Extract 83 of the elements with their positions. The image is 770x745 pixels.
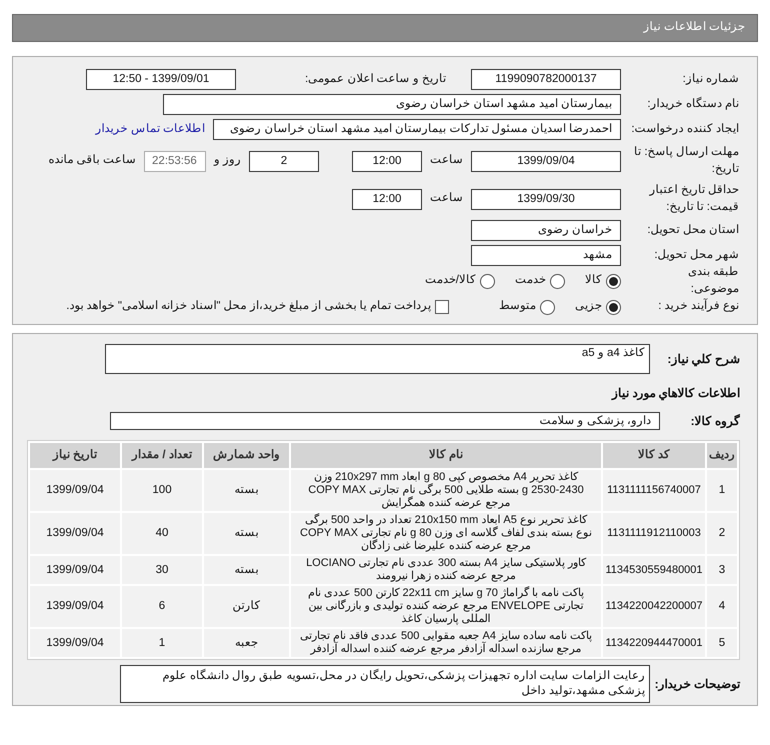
column-header: واحد شمارش <box>204 443 289 468</box>
table-cell: 40 <box>122 513 202 554</box>
field-label: تاریخ و ساعت اعلان عمومی: <box>304 72 447 87</box>
table-cell: پاکت نامه با گراماژ 70 g سایز 22x11 cm کارتن 500 عددی نام تجارتی ENVELOPE مرجع عرضه کننده تولیدی و بازرگانی بین المللی پارسیان کاغذ <box>291 586 601 627</box>
section-title: اطلاعات كالاهاي مورد نياز <box>610 385 740 402</box>
field-label: شماره نیاز: <box>682 72 739 87</box>
table-cell: 1131111156740007 <box>603 470 705 511</box>
radio-button[interactable] <box>606 300 621 314</box>
field-label: گروه کالا: <box>690 413 740 430</box>
field-label: نام دستگاه خریدار: <box>646 96 739 112</box>
announce-date-field: 1399/09/01 - 12:50 <box>86 69 236 90</box>
table-cell: 1 <box>122 629 202 657</box>
field-label: شهر محل تحویل: <box>653 248 739 263</box>
field-label: مهلت ارسال پاسخ: تا تاریخ: <box>633 145 739 177</box>
radio-button[interactable] <box>606 274 621 288</box>
table-cell: 1 <box>707 470 737 511</box>
table-cell: بسته <box>204 556 289 584</box>
table-cell: کاغذ تحریر نوع A5 ابعاد 210x150 mm تعداد در واحد 500 برگی نوع بسته بندی لفاف گلاسه ای وزن 80 g نام تجارتی COPY MAX مرجع عرضه کننده علیرضا غنی زادگان <box>291 513 601 554</box>
table-cell: بسته <box>204 470 289 511</box>
checkbox[interactable] <box>435 300 449 314</box>
creator-field: احمدرضا اسدیان مسئول تدارکات بیمارستان امید مشهد استان خراسان رضوی <box>213 119 621 140</box>
remaining-time-field: 22:53:56 <box>144 150 206 172</box>
radio-label: خدمت <box>515 273 546 288</box>
deadline-time-field: 12:00 <box>352 150 422 172</box>
days-label: روز و <box>214 153 241 168</box>
table-cell: کارتن <box>204 586 289 627</box>
table-cell: 3 <box>707 556 737 584</box>
table-cell: 100 <box>122 470 202 511</box>
contact-link[interactable]: اطلاعات تماس خریدار <box>96 120 205 138</box>
field-label: حداقل تاریخ اعتبار قیمت: تا تاریخ: <box>648 183 739 215</box>
table-cell: جعبه <box>204 629 289 657</box>
table-cell: 1399/09/04 <box>30 629 120 657</box>
field-label: استان محل تحویل: <box>646 222 739 238</box>
column-header: نام کالا <box>291 443 601 468</box>
table-cell: 1134220944470001 <box>603 629 705 657</box>
validity-date-field: 1399/09/30 <box>471 188 621 210</box>
table-cell: 5 <box>707 629 737 657</box>
days-field: 2 <box>249 150 319 172</box>
table-cell: پاکت نامه ساده سایز A4 جعبه مقوایی 500 عددی فاقد نام تجارتی مرجع سازنده اسداله آزادفر مرجع عرضه کننده اسداله آزادفر <box>291 629 601 657</box>
notes-field: رعایت الزامات سایت اداره تجهیزات پزشکی،تحویل رایگان در محل،تسویه طبق روال دانشگاه علوم پزشکی مشهد،تولید داخل <box>120 665 650 703</box>
validity-time-field: 12:00 <box>352 188 422 210</box>
table-cell: 6 <box>122 586 202 627</box>
table-cell: 1399/09/04 <box>30 556 120 584</box>
table-cell: کاغذ تحریر A4 مخصوص کپی 80 g ابعاد 210x297 mm وزن 2430-2530 g بسته طلایی 500 برگی نام تجارتی COPY MAX مرجع عرضه کننده همگرایش <box>291 470 601 511</box>
checkbox-label: پرداخت تمام یا بخشی از مبلغ خرید،از محل "اسناد خزانه اسلامی" خواهد بود. <box>66 299 431 314</box>
table-cell: 1399/09/04 <box>30 470 120 511</box>
field-label: طبقه بندی موضوعی: <box>686 264 739 297</box>
radio-button[interactable] <box>480 274 495 288</box>
column-header: ردیف <box>707 443 737 468</box>
radio-label: کالا <box>585 273 602 288</box>
radio-label: متوسط <box>499 299 536 314</box>
table-cell: 1131111912110003 <box>603 513 705 554</box>
time-label: ساعت <box>430 153 463 168</box>
radio-label: جزیی <box>575 299 602 314</box>
column-header: تعداد / مقدار <box>122 443 202 468</box>
remaining-label: ساعت باقی مانده <box>48 153 136 168</box>
column-header: کد کالا <box>603 443 705 468</box>
table-cell: بسته <box>204 513 289 554</box>
radio-label: کالا/خدمت <box>424 273 476 288</box>
table-cell: 1134530559480001 <box>603 556 705 584</box>
city-field: مشهد <box>471 245 621 266</box>
field-label: توضیحات خریدار: <box>654 676 740 693</box>
province-field: خراسان رضوی <box>471 220 621 241</box>
table-cell: 1134220042200007 <box>603 586 705 627</box>
table-cell: 4 <box>707 586 737 627</box>
buyer-field: بیمارستان امید مشهد استان خراسان رضوی <box>163 94 621 115</box>
radio-button[interactable] <box>550 274 565 288</box>
need-number-field: 1199090782000137 <box>471 69 621 90</box>
table-cell: 1399/09/04 <box>30 513 120 554</box>
table-cell: کاور پلاستیکی سایز A4 بسته 300 عددی نام تجارتی LOCIANO مرجع عرضه کننده زهرا نیرومند <box>291 556 601 584</box>
field-label: ایجاد کننده درخواست: <box>630 122 739 137</box>
group-field: دارو، پزشکی و سلامت <box>110 412 660 430</box>
time-label: ساعت <box>430 191 463 206</box>
table-cell: 30 <box>122 556 202 584</box>
page-header: جزئیات اطلاعات نیاز <box>12 14 758 42</box>
deadline-date-field: 1399/09/04 <box>471 150 621 172</box>
column-header: تاریخ نیاز <box>30 443 120 468</box>
summary-field: کاغذ a4 و a5 <box>105 344 650 374</box>
field-label: شرح كلي نياز: <box>666 351 740 368</box>
radio-button[interactable] <box>540 300 555 314</box>
table-cell: 2 <box>707 513 737 554</box>
field-label: نوع فرآیند خرید : <box>657 298 739 314</box>
table-cell: 1399/09/04 <box>30 586 120 627</box>
